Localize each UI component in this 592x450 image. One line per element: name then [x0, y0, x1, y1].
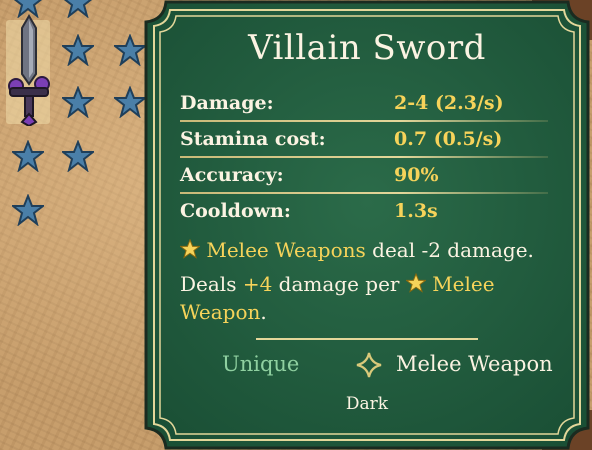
effect-text: deal -2 damage.: [365, 238, 534, 262]
rarity-label: Unique: [222, 352, 300, 376]
effect-text: Deals: [180, 272, 243, 296]
effect-highlight: Melee: [432, 272, 495, 296]
slot-star-icon[interactable]: [114, 34, 146, 66]
slot-star-icon[interactable]: [114, 86, 146, 118]
stat-row-cooldown: Cooldown: 1.3s: [180, 196, 560, 232]
item-tag: Dark: [345, 394, 389, 414]
stat-value: 0.7 (0.5/s): [394, 128, 503, 150]
star-icon: [405, 273, 426, 293]
stat-value: 2-4 (2.3/s): [394, 92, 504, 114]
slot-star-icon[interactable]: [62, 86, 94, 118]
effect-highlight: Melee Weapons: [206, 238, 366, 262]
slot-star-icon[interactable]: [12, 140, 44, 172]
stat-label: Cooldown:: [180, 200, 291, 222]
slot-star-icon[interactable]: [62, 0, 94, 18]
item-name: Villain Sword: [248, 28, 486, 68]
stat-divider: [180, 156, 548, 158]
slot-star-icon[interactable]: [12, 0, 44, 18]
effect-text: damage per: [272, 272, 406, 296]
item-type-label: Melee Weapon: [396, 352, 553, 376]
section-divider: [256, 338, 478, 340]
effect-line-2: Deals +4 damage per Melee Weapon.: [180, 270, 570, 326]
slot-star-icon[interactable]: [62, 140, 94, 172]
stat-label: Stamina cost:: [180, 128, 326, 150]
effect-text: .: [260, 300, 267, 324]
stat-divider: [180, 192, 548, 194]
diamond-star-icon: [356, 352, 382, 378]
item-tooltip: Villain Sword Damage: 2-4 (2.3/s) Stamin…: [144, 0, 590, 450]
slot-star-icon[interactable]: [62, 34, 94, 66]
effect-line-1: Melee Weapons deal -2 damage.: [180, 236, 570, 264]
stat-row-accuracy: Accuracy: 90%: [180, 160, 560, 196]
effect-bonus: +4: [242, 272, 273, 296]
stat-label: Accuracy:: [180, 164, 284, 186]
stat-row-stamina: Stamina cost: 0.7 (0.5/s): [180, 124, 560, 160]
villain-sword-icon[interactable]: [6, 14, 52, 126]
stat-row-damage: Damage: 2-4 (2.3/s): [180, 88, 560, 124]
stat-value: 1.3s: [394, 200, 438, 222]
star-icon: [180, 239, 200, 259]
effect-highlight: Weapon: [180, 300, 261, 324]
stat-value: 90%: [394, 164, 439, 186]
stat-divider: [180, 120, 548, 122]
stat-label: Damage:: [180, 92, 274, 114]
slot-star-icon[interactable]: [12, 194, 44, 226]
